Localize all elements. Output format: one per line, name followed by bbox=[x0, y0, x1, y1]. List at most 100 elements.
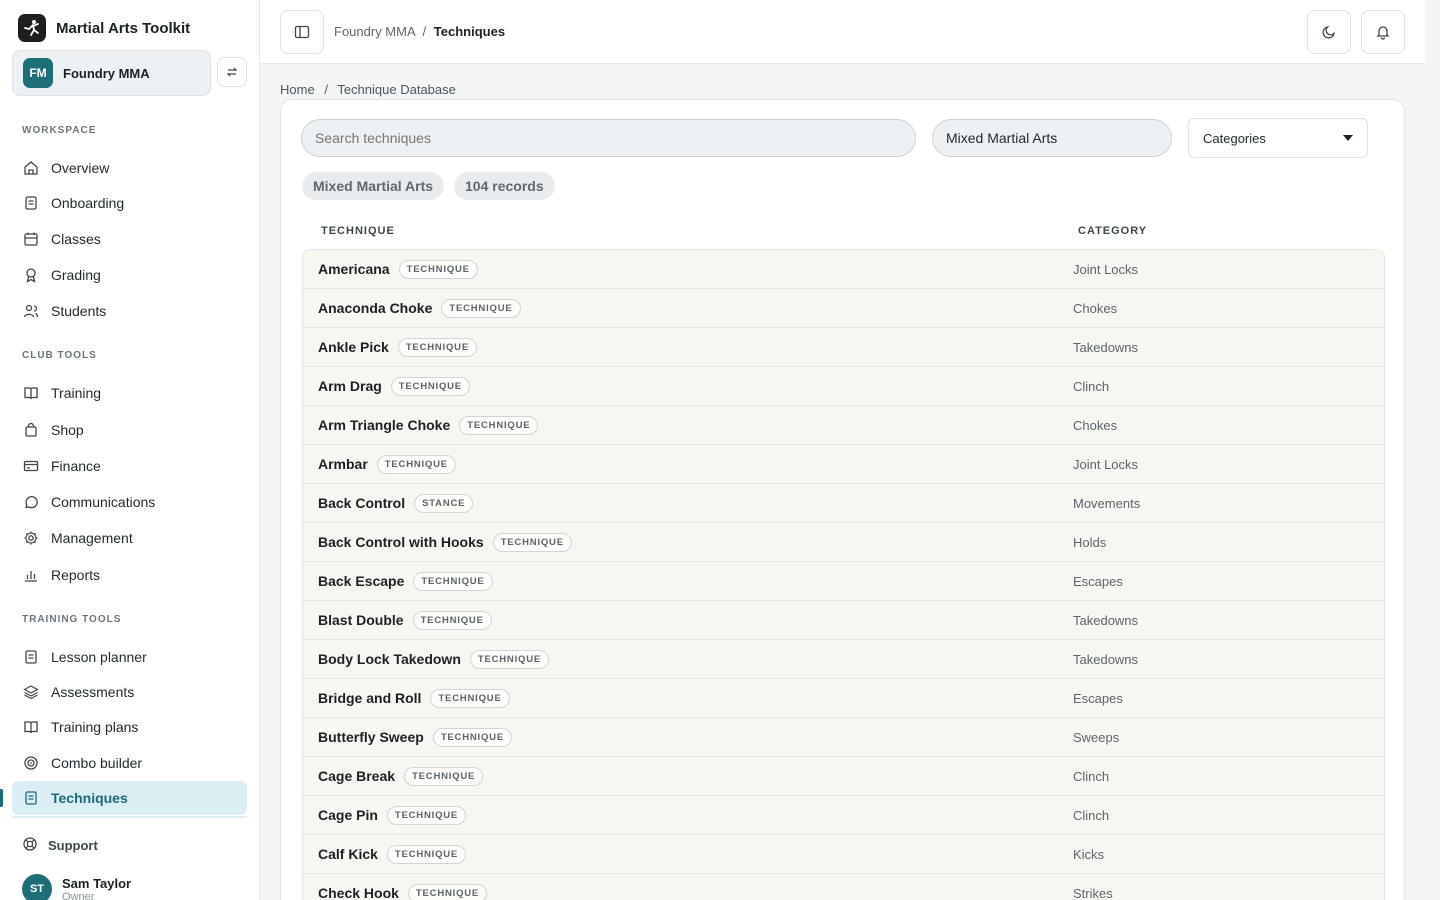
bell-icon bbox=[1376, 26, 1390, 40]
technique-cell: Check Hook TECHNIQUE bbox=[318, 883, 488, 900]
theme-toggle-button[interactable] bbox=[1307, 10, 1351, 54]
category-select[interactable]: Categories bbox=[1188, 118, 1368, 158]
technique-name[interactable]: Cage Break bbox=[318, 768, 395, 784]
technique-cell: Back Escape TECHNIQUE bbox=[318, 571, 493, 591]
martial-art-select[interactable]: Mixed Martial Arts bbox=[932, 119, 1172, 157]
table-row[interactable]: Anaconda Choke TECHNIQUE Chokes bbox=[303, 289, 1384, 328]
technique-name[interactable]: Back Escape bbox=[318, 573, 404, 589]
technique-name[interactable]: Arm Drag bbox=[318, 378, 382, 394]
user-profile[interactable]: ST Sam Taylor Owner bbox=[22, 874, 131, 900]
table-row[interactable]: Body Lock Takedown TECHNIQUE Takedowns bbox=[303, 640, 1384, 679]
technique-name[interactable]: Bridge and Roll bbox=[318, 690, 421, 706]
topbar-crumb-org[interactable]: Foundry MMA bbox=[334, 24, 415, 39]
nav-onboarding[interactable]: Onboarding bbox=[12, 186, 247, 220]
category-cell: Joint Locks bbox=[1073, 261, 1139, 277]
sidebar: Martial Arts Toolkit FM Foundry MMA WORK… bbox=[0, 0, 260, 900]
search-input[interactable] bbox=[301, 119, 916, 157]
column-header-category[interactable]: CATEGORY bbox=[1078, 225, 1147, 237]
category-cell: Clinch bbox=[1073, 807, 1110, 823]
record-count-chip: 104 records bbox=[454, 172, 555, 200]
toggle-sidebar-button[interactable] bbox=[280, 10, 324, 54]
technique-cell: Cage Pin TECHNIQUE bbox=[318, 805, 467, 825]
nav-grading[interactable]: Grading bbox=[12, 258, 247, 292]
technique-name[interactable]: Cage Pin bbox=[318, 807, 378, 823]
table-row[interactable]: Calf Kick TECHNIQUE Kicks bbox=[303, 835, 1384, 874]
support-label: Support bbox=[48, 838, 98, 853]
table-row[interactable]: Americana TECHNIQUE Joint Locks bbox=[303, 250, 1384, 289]
nav-overview[interactable]: Overview bbox=[12, 151, 247, 185]
moon-icon bbox=[1322, 25, 1336, 39]
table-row[interactable]: Armbar TECHNIQUE Joint Locks bbox=[303, 445, 1384, 484]
technique-cell: Body Lock Takedown TECHNIQUE bbox=[318, 649, 550, 669]
nav-shop[interactable]: Shop bbox=[12, 413, 247, 447]
column-header-technique[interactable]: TECHNIQUE bbox=[321, 225, 395, 237]
brand[interactable]: Martial Arts Toolkit bbox=[18, 14, 190, 42]
technique-name[interactable]: Back Control with Hooks bbox=[318, 534, 484, 550]
technique-type-badge: TECHNIQUE bbox=[459, 415, 539, 435]
book-icon bbox=[23, 719, 39, 735]
category-cell: Sweeps bbox=[1073, 729, 1120, 745]
martial-arts-logo-icon bbox=[18, 14, 46, 42]
topbar-breadcrumb: Foundry MMA / Techniques bbox=[334, 24, 505, 39]
user-name: Sam Taylor bbox=[62, 876, 132, 891]
nav-finance[interactable]: Finance bbox=[12, 449, 247, 483]
technique-name[interactable]: Calf Kick bbox=[318, 846, 378, 862]
gear-icon bbox=[23, 530, 39, 546]
nav-assessments[interactable]: Assessments bbox=[12, 675, 247, 709]
app-title: Martial Arts Toolkit bbox=[56, 19, 191, 37]
switch-org-button[interactable] bbox=[217, 57, 247, 87]
category-cell: Chokes bbox=[1073, 300, 1118, 316]
technique-name[interactable]: Americana bbox=[318, 261, 390, 277]
table-row[interactable]: Arm Triangle Choke TECHNIQUE Chokes bbox=[303, 406, 1384, 445]
table-row[interactable]: Back Control STANCE Movements bbox=[303, 484, 1384, 523]
technique-name[interactable]: Body Lock Takedown bbox=[318, 651, 461, 667]
nav-classes[interactable]: Classes bbox=[12, 222, 247, 256]
technique-name[interactable]: Butterfly Sweep bbox=[318, 729, 424, 745]
technique-name[interactable]: Armbar bbox=[318, 456, 368, 472]
technique-name[interactable]: Back Control bbox=[318, 495, 405, 511]
table-row[interactable]: Ankle Pick TECHNIQUE Takedowns bbox=[303, 328, 1384, 367]
section-club-tools: CLUB TOOLS bbox=[22, 350, 97, 361]
nav-training-plans-label: Training plans bbox=[51, 719, 139, 735]
chevron-down-icon bbox=[1343, 135, 1353, 141]
nav-communications[interactable]: Communications bbox=[12, 485, 247, 519]
table-row[interactable]: Bridge and Roll TECHNIQUE Escapes bbox=[303, 679, 1384, 718]
table-row[interactable]: Back Control with Hooks TECHNIQUE Holds bbox=[303, 523, 1384, 562]
technique-cell: Ankle Pick TECHNIQUE bbox=[318, 337, 477, 357]
nav-reports[interactable]: Reports bbox=[12, 558, 247, 592]
technique-type-badge: TECHNIQUE bbox=[469, 649, 550, 669]
nav-combo-builder[interactable]: Combo builder bbox=[12, 746, 247, 780]
nav-training[interactable]: Training bbox=[12, 376, 247, 410]
notifications-button[interactable] bbox=[1361, 10, 1405, 54]
nav-onboarding-label: Onboarding bbox=[51, 195, 125, 211]
org-switcher[interactable]: FM Foundry MMA bbox=[12, 50, 211, 96]
technique-name[interactable]: Arm Triangle Choke bbox=[318, 417, 450, 433]
technique-type-badge: TECHNIQUE bbox=[492, 532, 572, 552]
nav-management[interactable]: Management bbox=[12, 521, 247, 555]
section-workspace: WORKSPACE bbox=[22, 125, 97, 136]
table-row[interactable]: Arm Drag TECHNIQUE Clinch bbox=[303, 367, 1384, 406]
technique-name[interactable]: Anaconda Choke bbox=[318, 300, 432, 316]
technique-name[interactable]: Ankle Pick bbox=[318, 339, 389, 355]
nav-techniques[interactable]: Techniques bbox=[12, 781, 247, 815]
technique-type-badge: TECHNIQUE bbox=[386, 844, 467, 864]
calendar-icon bbox=[23, 231, 39, 247]
technique-name[interactable]: Check Hook bbox=[318, 885, 399, 900]
technique-cell: Blast Double TECHNIQUE bbox=[318, 610, 492, 630]
table-row[interactable]: Butterfly Sweep TECHNIQUE Sweeps bbox=[303, 718, 1384, 757]
table-row[interactable]: Blast Double TECHNIQUE Takedowns bbox=[303, 601, 1384, 640]
category-cell: Clinch bbox=[1073, 378, 1110, 394]
table-row[interactable]: Cage Pin TECHNIQUE Clinch bbox=[303, 796, 1384, 835]
nav-training-plans[interactable]: Training plans bbox=[12, 710, 247, 744]
breadcrumb-home[interactable]: Home bbox=[280, 82, 315, 97]
nav-lesson-planner[interactable]: Lesson planner bbox=[12, 640, 247, 674]
technique-name[interactable]: Blast Double bbox=[318, 612, 404, 628]
table-row[interactable]: Cage Break TECHNIQUE Clinch bbox=[303, 757, 1384, 796]
table-row[interactable]: Back Escape TECHNIQUE Escapes bbox=[303, 562, 1384, 601]
support-link[interactable]: Support bbox=[22, 836, 98, 855]
nav-training-label: Training bbox=[51, 385, 102, 401]
nav-students[interactable]: Students bbox=[12, 294, 247, 328]
table-row[interactable]: Check Hook TECHNIQUE Strikes bbox=[303, 874, 1384, 900]
category-cell: Clinch bbox=[1073, 768, 1110, 784]
nav-combo-builder-label: Combo builder bbox=[51, 755, 143, 771]
